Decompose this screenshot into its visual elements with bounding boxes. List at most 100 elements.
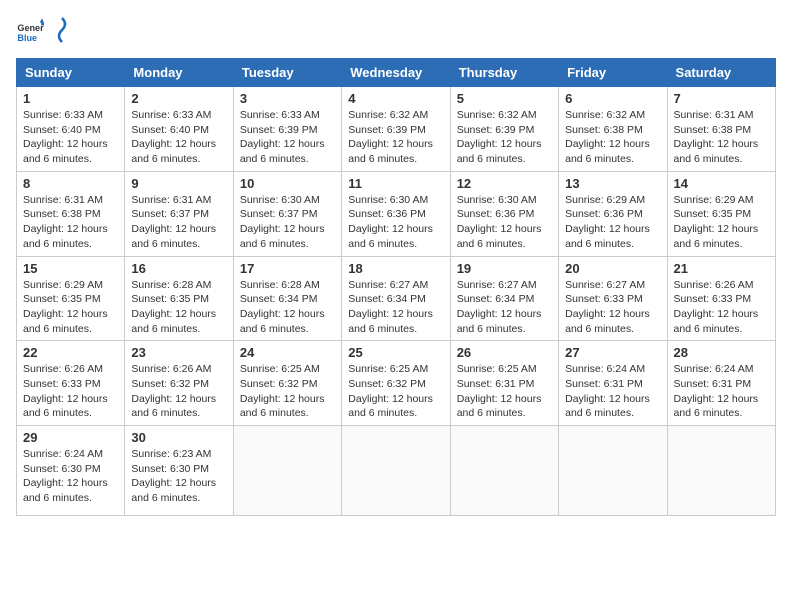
calendar-cell: 30 Sunrise: 6:23 AM Sunset: 6:30 PM Dayl…	[125, 426, 233, 516]
daylight-label: Daylight: 12 hours and 6 minutes.	[23, 138, 108, 165]
daylight-label: Daylight: 12 hours and 6 minutes.	[457, 308, 542, 335]
sunset-label: Sunset: 6:34 PM	[240, 293, 318, 305]
calendar-cell: 29 Sunrise: 6:24 AM Sunset: 6:30 PM Dayl…	[17, 426, 125, 516]
daylight-label: Daylight: 12 hours and 6 minutes.	[131, 308, 216, 335]
day-info: Sunrise: 6:30 AM Sunset: 6:36 PM Dayligh…	[348, 193, 443, 252]
column-header-saturday: Saturday	[667, 59, 775, 87]
sunrise-label: Sunrise: 6:28 AM	[131, 279, 211, 291]
day-number: 16	[131, 261, 226, 276]
sunset-label: Sunset: 6:33 PM	[674, 293, 752, 305]
sunrise-label: Sunrise: 6:25 AM	[348, 363, 428, 375]
daylight-label: Daylight: 12 hours and 6 minutes.	[457, 393, 542, 420]
daylight-label: Daylight: 12 hours and 6 minutes.	[674, 308, 759, 335]
sunset-label: Sunset: 6:38 PM	[565, 124, 643, 136]
day-info: Sunrise: 6:26 AM Sunset: 6:32 PM Dayligh…	[131, 362, 226, 421]
daylight-label: Daylight: 12 hours and 6 minutes.	[457, 223, 542, 250]
svg-text:General: General	[17, 23, 44, 33]
sunset-label: Sunset: 6:32 PM	[348, 378, 426, 390]
sunset-label: Sunset: 6:33 PM	[565, 293, 643, 305]
day-number: 1	[23, 91, 118, 106]
sunset-label: Sunset: 6:36 PM	[457, 208, 535, 220]
day-info: Sunrise: 6:29 AM Sunset: 6:35 PM Dayligh…	[674, 193, 769, 252]
sunrise-label: Sunrise: 6:32 AM	[565, 109, 645, 121]
day-info: Sunrise: 6:29 AM Sunset: 6:35 PM Dayligh…	[23, 278, 118, 337]
day-info: Sunrise: 6:31 AM Sunset: 6:38 PM Dayligh…	[674, 108, 769, 167]
sunset-label: Sunset: 6:35 PM	[674, 208, 752, 220]
page-header: General Blue	[16, 16, 776, 46]
calendar-cell: 13 Sunrise: 6:29 AM Sunset: 6:36 PM Dayl…	[559, 171, 667, 256]
day-info: Sunrise: 6:24 AM Sunset: 6:31 PM Dayligh…	[565, 362, 660, 421]
day-info: Sunrise: 6:32 AM Sunset: 6:39 PM Dayligh…	[348, 108, 443, 167]
calendar-cell: 11 Sunrise: 6:30 AM Sunset: 6:36 PM Dayl…	[342, 171, 450, 256]
sunrise-label: Sunrise: 6:30 AM	[348, 194, 428, 206]
day-number: 18	[348, 261, 443, 276]
day-number: 6	[565, 91, 660, 106]
calendar-week-row: 1 Sunrise: 6:33 AM Sunset: 6:40 PM Dayli…	[17, 87, 776, 172]
day-number: 29	[23, 430, 118, 445]
day-number: 27	[565, 345, 660, 360]
daylight-label: Daylight: 12 hours and 6 minutes.	[348, 308, 433, 335]
day-number: 15	[23, 261, 118, 276]
day-number: 20	[565, 261, 660, 276]
daylight-label: Daylight: 12 hours and 6 minutes.	[131, 393, 216, 420]
daylight-label: Daylight: 12 hours and 6 minutes.	[240, 308, 325, 335]
day-info: Sunrise: 6:28 AM Sunset: 6:35 PM Dayligh…	[131, 278, 226, 337]
calendar-cell: 16 Sunrise: 6:28 AM Sunset: 6:35 PM Dayl…	[125, 256, 233, 341]
sunset-label: Sunset: 6:37 PM	[240, 208, 318, 220]
calendar-week-row: 8 Sunrise: 6:31 AM Sunset: 6:38 PM Dayli…	[17, 171, 776, 256]
calendar-cell: 17 Sunrise: 6:28 AM Sunset: 6:34 PM Dayl…	[233, 256, 341, 341]
sunrise-label: Sunrise: 6:23 AM	[131, 448, 211, 460]
sunset-label: Sunset: 6:30 PM	[131, 463, 209, 475]
svg-text:Blue: Blue	[17, 33, 37, 43]
column-header-monday: Monday	[125, 59, 233, 87]
calendar-cell: 24 Sunrise: 6:25 AM Sunset: 6:32 PM Dayl…	[233, 341, 341, 426]
calendar-cell: 9 Sunrise: 6:31 AM Sunset: 6:37 PM Dayli…	[125, 171, 233, 256]
calendar-cell: 19 Sunrise: 6:27 AM Sunset: 6:34 PM Dayl…	[450, 256, 558, 341]
daylight-label: Daylight: 12 hours and 6 minutes.	[131, 477, 216, 504]
sunrise-label: Sunrise: 6:25 AM	[240, 363, 320, 375]
sunrise-label: Sunrise: 6:32 AM	[457, 109, 537, 121]
sunrise-label: Sunrise: 6:31 AM	[131, 194, 211, 206]
day-number: 22	[23, 345, 118, 360]
sunset-label: Sunset: 6:33 PM	[23, 378, 101, 390]
day-number: 4	[348, 91, 443, 106]
day-number: 21	[674, 261, 769, 276]
daylight-label: Daylight: 12 hours and 6 minutes.	[23, 477, 108, 504]
calendar-cell: 27 Sunrise: 6:24 AM Sunset: 6:31 PM Dayl…	[559, 341, 667, 426]
daylight-label: Daylight: 12 hours and 6 minutes.	[565, 223, 650, 250]
sunset-label: Sunset: 6:35 PM	[23, 293, 101, 305]
day-info: Sunrise: 6:31 AM Sunset: 6:37 PM Dayligh…	[131, 193, 226, 252]
day-info: Sunrise: 6:23 AM Sunset: 6:30 PM Dayligh…	[131, 447, 226, 506]
day-info: Sunrise: 6:33 AM Sunset: 6:40 PM Dayligh…	[23, 108, 118, 167]
calendar-cell: 23 Sunrise: 6:26 AM Sunset: 6:32 PM Dayl…	[125, 341, 233, 426]
sunrise-label: Sunrise: 6:29 AM	[23, 279, 103, 291]
day-number: 17	[240, 261, 335, 276]
daylight-label: Daylight: 12 hours and 6 minutes.	[23, 223, 108, 250]
day-info: Sunrise: 6:30 AM Sunset: 6:37 PM Dayligh…	[240, 193, 335, 252]
day-number: 23	[131, 345, 226, 360]
day-number: 19	[457, 261, 552, 276]
day-info: Sunrise: 6:25 AM Sunset: 6:32 PM Dayligh…	[348, 362, 443, 421]
day-info: Sunrise: 6:32 AM Sunset: 6:39 PM Dayligh…	[457, 108, 552, 167]
sunset-label: Sunset: 6:40 PM	[131, 124, 209, 136]
sunset-label: Sunset: 6:39 PM	[457, 124, 535, 136]
day-info: Sunrise: 6:26 AM Sunset: 6:33 PM Dayligh…	[674, 278, 769, 337]
column-header-sunday: Sunday	[17, 59, 125, 87]
day-info: Sunrise: 6:26 AM Sunset: 6:33 PM Dayligh…	[23, 362, 118, 421]
day-number: 3	[240, 91, 335, 106]
day-number: 12	[457, 176, 552, 191]
calendar-cell: 5 Sunrise: 6:32 AM Sunset: 6:39 PM Dayli…	[450, 87, 558, 172]
sunrise-label: Sunrise: 6:28 AM	[240, 279, 320, 291]
sunset-label: Sunset: 6:31 PM	[565, 378, 643, 390]
sunrise-label: Sunrise: 6:33 AM	[23, 109, 103, 121]
daylight-label: Daylight: 12 hours and 6 minutes.	[240, 138, 325, 165]
daylight-label: Daylight: 12 hours and 6 minutes.	[348, 138, 433, 165]
day-number: 30	[131, 430, 226, 445]
day-number: 5	[457, 91, 552, 106]
calendar-cell: 20 Sunrise: 6:27 AM Sunset: 6:33 PM Dayl…	[559, 256, 667, 341]
sunrise-label: Sunrise: 6:27 AM	[348, 279, 428, 291]
calendar-cell: 12 Sunrise: 6:30 AM Sunset: 6:36 PM Dayl…	[450, 171, 558, 256]
calendar-cell	[667, 426, 775, 516]
calendar-cell: 15 Sunrise: 6:29 AM Sunset: 6:35 PM Dayl…	[17, 256, 125, 341]
calendar-table: SundayMondayTuesdayWednesdayThursdayFrid…	[16, 58, 776, 516]
